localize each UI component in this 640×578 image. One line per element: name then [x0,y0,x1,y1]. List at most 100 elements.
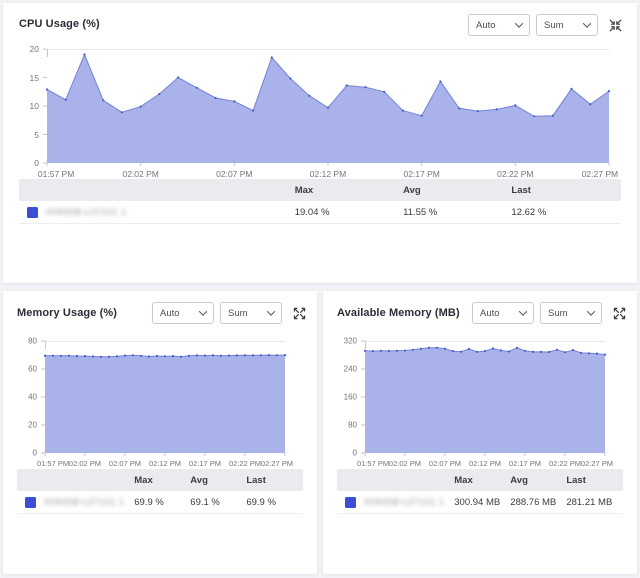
aggregation-select[interactable]: Sum [540,302,602,324]
y-axis-tick-label: 0 [353,449,357,458]
series-row[interactable]: 0090DB-L07101 1 69.9 % 69.1 % 69.9 % [17,491,303,514]
max-column-header: Max [134,475,190,486]
y-axis-tick-label: 15 [30,73,39,83]
avg-column-header: Avg [510,475,566,486]
x-axis-tick-label: 02:02 PM [389,459,421,468]
table-header-row: Max Avg Last [17,469,303,491]
available-memory-panel: Available Memory (MB) Auto Sum 0 80 160 240… [323,291,637,574]
aggregation-select-value: Sum [544,20,564,31]
memory-usage-panel: Memory Usage (%) Auto Sum 020406080 01:5… [3,291,317,574]
series-avg-value: 69.1 % [190,497,246,508]
y-axis-tick-label: 20 [30,44,39,54]
y-axis-tick-label: 0 [33,449,37,458]
series-last-value: 281.21 MB [566,497,622,508]
cpu-usage-panel: CPU Usage (%) Auto Sum 05101520 01:57 PM… [3,3,637,283]
x-axis-tick-label: 02:07 PM [216,169,252,179]
series-row[interactable]: 0090DB-L07101 1 300.94 MB 288.76 MB 281.… [337,491,623,514]
chevron-down-icon [515,19,523,27]
chevron-down-icon [267,307,275,315]
series-name-redacted: 0090DB-L07101 1 [44,497,125,507]
max-column-header: Max [454,475,510,486]
memory-stats-table: Max Avg Last 0090DB-L07101 1 69.9 % 69.1… [17,469,303,514]
expand-icon [293,307,306,320]
series-avg-value: 11.55 % [403,207,511,218]
y-axis-tick-label: 80 [348,421,357,430]
interval-select-value: Auto [160,308,180,319]
x-axis-tick-label: 01:57 PM [37,459,69,468]
memory-chart-plot[interactable] [45,341,285,453]
x-axis-tick-label: 02:12 PM [310,169,346,179]
available-memory-chart-plot[interactable] [365,341,605,453]
x-axis-tick-label: 02:17 PM [509,459,541,468]
x-axis-tick-label: 02:17 PM [403,169,439,179]
x-axis-tick-label: 02:07 PM [429,459,461,468]
x-axis-tick-label: 02:22 PM [497,169,533,179]
aggregation-select[interactable]: Sum [536,14,598,36]
y-axis-tick-label: 40 [28,393,37,402]
x-axis-tick-label: 02:27 PM [261,459,293,468]
chevron-down-icon [519,307,527,315]
available-memory-chart: 080160240320 01:57 PM02:02 PM02:07 PM02:… [327,341,611,479]
expand-button[interactable] [291,305,307,321]
series-max-value: 69.9 % [134,497,190,508]
expand-button[interactable] [611,305,627,321]
cpu-stats-table: Max Avg Last 0090DB-L07101 1 19.04 % 11.… [19,179,621,224]
panel-controls: Auto Sum [472,302,627,324]
y-axis: 05101520 [9,49,43,163]
interval-select[interactable]: Auto [472,302,534,324]
y-axis-tick-label: 0 [34,158,39,168]
y-axis: 080160240320 [327,341,361,453]
cpu-chart-plot[interactable] [47,49,609,163]
y-axis-tick-label: 320 [344,337,357,346]
series-row[interactable]: 0090DB-L07101 1 19.04 % 11.55 % 12.62 % [19,201,621,224]
series-color-swatch [25,497,36,508]
panel-controls: Auto Sum [152,302,307,324]
x-axis-tick-label: 01:57 PM [38,169,74,179]
series-avg-value: 288.76 MB [510,497,566,508]
interval-select[interactable]: Auto [152,302,214,324]
collapse-button[interactable] [607,17,623,33]
aggregation-select-value: Sum [228,308,248,319]
series-max-value: 19.04 % [295,207,403,218]
x-axis-tick-label: 02:22 PM [549,459,581,468]
max-column-header: Max [295,185,403,196]
expand-icon [613,307,626,320]
interval-select[interactable]: Auto [468,14,530,36]
series-color-swatch [27,207,38,218]
panel-title: Available Memory (MB) [337,307,460,319]
memory-chart: 020406080 01:57 PM02:02 PM02:07 PM02:12 … [7,341,291,479]
series-max-value: 300.94 MB [454,497,510,508]
collapse-icon [609,19,622,32]
last-column-header: Last [246,475,302,486]
x-axis-tick-label: 02:07 PM [109,459,141,468]
y-axis-tick-label: 240 [344,365,357,374]
x-axis-tick-label: 02:27 PM [582,169,618,179]
chevron-down-icon [587,307,595,315]
avg-column-header: Avg [190,475,246,486]
avg-column-header: Avg [403,185,511,196]
series-cell: 0090DB-L07101 1 [17,497,134,508]
x-axis-tick-label: 02:27 PM [581,459,613,468]
last-column-header: Last [566,475,622,486]
x-axis-tick-label: 02:12 PM [469,459,501,468]
interval-select-value: Auto [476,20,496,31]
x-axis-tick-label: 02:22 PM [229,459,261,468]
cpu-chart: 05101520 01:57 PM 02:02 PM 02:07 PM 02:12 P… [9,49,615,189]
series-cell: 0090DB-L07101 1 [19,207,295,218]
chevron-down-icon [583,19,591,27]
series-name-redacted: 0090DB-L07101 1 [364,497,445,507]
last-column-header: Last [511,185,619,196]
x-axis-tick-label: 02:02 PM [69,459,101,468]
aggregation-select-value: Sum [548,308,568,319]
panel-title: Memory Usage (%) [17,307,117,319]
aggregation-select[interactable]: Sum [220,302,282,324]
series-name-redacted: 0090DB-L07101 1 [46,207,127,217]
table-header-row: Max Avg Last [337,469,623,491]
x-axis-tick-label: 02:02 PM [122,169,158,179]
y-axis-tick-label: 160 [344,393,357,402]
interval-select-value: Auto [480,308,500,319]
y-axis: 020406080 [7,341,41,453]
y-axis-tick-label: 60 [28,365,37,374]
panel-title: CPU Usage (%) [19,18,100,30]
available-memory-stats-table: Max Avg Last 0090DB-L07101 1 300.94 MB 2… [337,469,623,514]
